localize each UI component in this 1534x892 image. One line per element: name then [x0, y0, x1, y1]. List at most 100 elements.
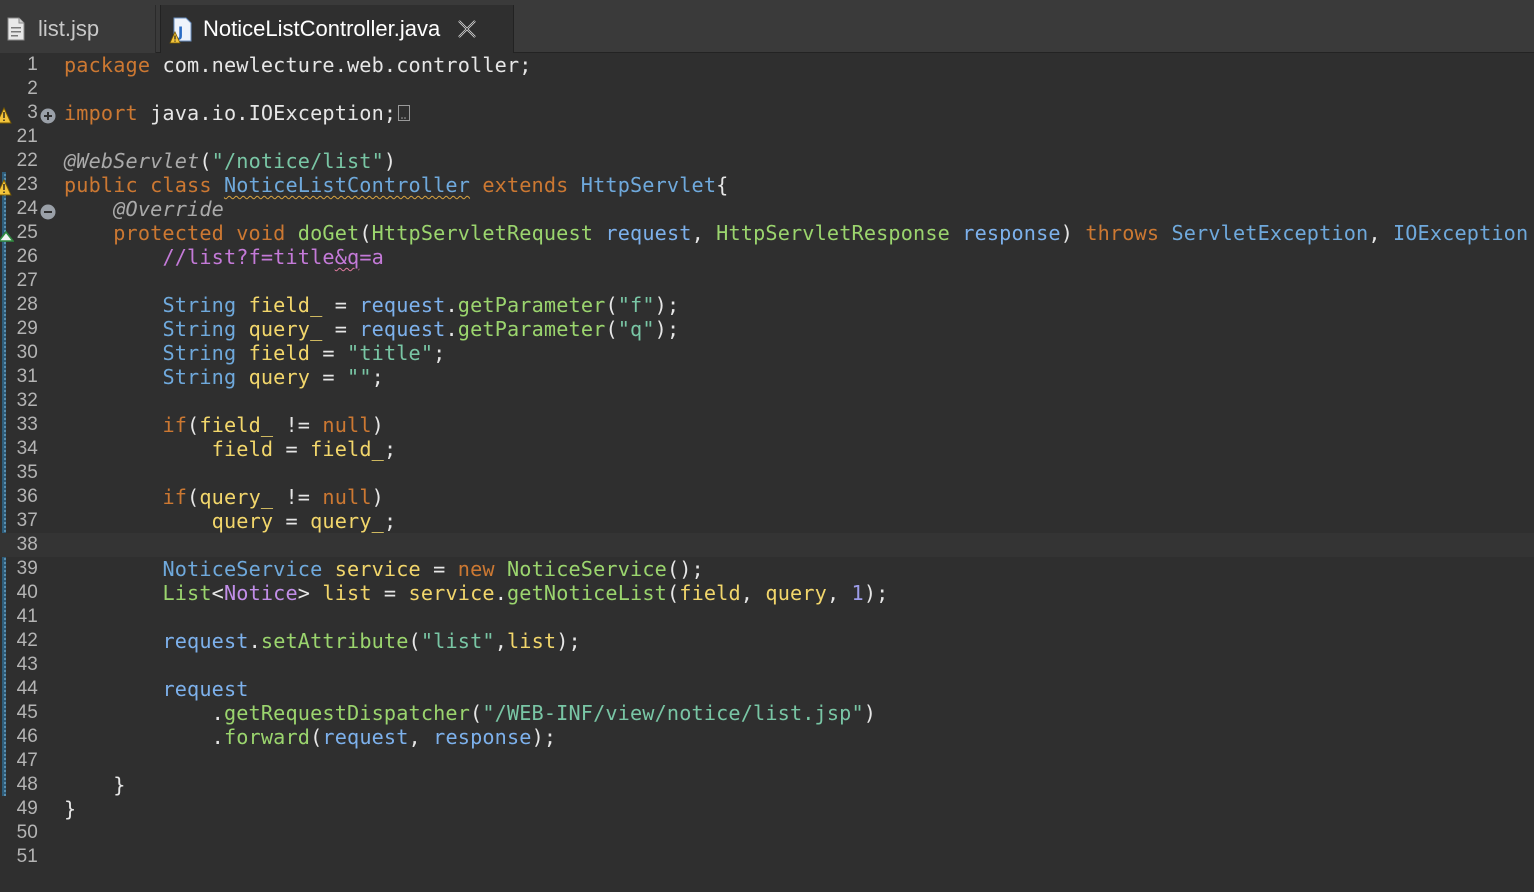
- code-line[interactable]: 49}: [0, 797, 1534, 821]
- code-token: request: [322, 725, 409, 749]
- code-token: request: [162, 629, 249, 653]
- code-line[interactable]: 42 request.setAttribute("list",list);: [0, 629, 1534, 653]
- code-token: query_: [310, 509, 384, 533]
- code-token: list: [322, 581, 372, 605]
- code-line[interactable]: 43: [0, 653, 1534, 677]
- code-line[interactable]: 1 package com.newlecture.web.controller;: [0, 53, 1534, 77]
- line-number: 42: [16, 630, 38, 651]
- code-line[interactable]: 38: [0, 533, 1534, 557]
- code-line[interactable]: 30 String field = "title";: [0, 341, 1534, 365]
- code-token: response: [433, 725, 532, 749]
- line-number: 1: [27, 54, 38, 75]
- code-token: (: [666, 581, 680, 605]
- collapse-fold-icon[interactable]: [40, 201, 56, 220]
- code-token: null: [322, 485, 372, 509]
- code-token: service: [408, 581, 495, 605]
- code-token: java.io.IOException;: [137, 101, 397, 125]
- close-icon[interactable]: [456, 18, 478, 40]
- tab-list-jsp[interactable]: list.jsp: [0, 5, 156, 53]
- code-line[interactable]: 51: [0, 845, 1534, 869]
- tab-noticelistcontroller-java[interactable]: J NoticeListController.java: [160, 5, 514, 53]
- code-token: "f": [617, 293, 655, 317]
- code-token: ): [1060, 221, 1086, 245]
- code-line[interactable]: 24 @Override: [0, 197, 1534, 221]
- line-number: 32: [16, 390, 38, 411]
- code-token: request: [605, 221, 692, 245]
- code-token: {: [1528, 221, 1534, 245]
- code-text: //list?f=title&q=a: [64, 245, 384, 269]
- code-line[interactable]: 44 request: [0, 677, 1534, 701]
- code-token: >: [297, 581, 323, 605]
- code-token: extends: [470, 173, 581, 197]
- line-number: 29: [16, 318, 38, 339]
- code-token: "/WEB-INF/view/notice/list.jsp": [482, 701, 864, 725]
- jsp-file-icon: [6, 17, 26, 41]
- code-token: (: [199, 149, 212, 173]
- code-token: import: [64, 101, 138, 125]
- line-number: 45: [16, 702, 38, 723]
- code-token: List: [162, 581, 212, 605]
- code-text: protected void doGet(HttpServletRequest …: [64, 221, 1534, 245]
- code-token: forward: [223, 725, 311, 749]
- code-token: );: [531, 725, 557, 749]
- code-token: ,: [691, 221, 717, 245]
- code-line[interactable]: 45 .getRequestDispatcher("/WEB-INF/view/…: [0, 701, 1534, 725]
- code-line[interactable]: 34 field = field_;: [0, 437, 1534, 461]
- code-line[interactable]: 27: [0, 269, 1534, 293]
- code-line[interactable]: 37 query = query_;: [0, 509, 1534, 533]
- code-line[interactable]: 31 String query = "";: [0, 365, 1534, 389]
- code-token: (: [310, 725, 323, 749]
- code-token: getNoticeList: [507, 581, 667, 605]
- code-line[interactable]: 39 NoticeService service = new NoticeSer…: [0, 557, 1534, 581]
- code-line[interactable]: 29 String query_ = request.getParameter(…: [0, 317, 1534, 341]
- code-line[interactable]: 23 public class NoticeListController exte…: [0, 173, 1534, 197]
- code-text: @Override: [64, 197, 224, 221]
- line-number: 50: [16, 822, 38, 843]
- line-number: 38: [16, 534, 38, 555]
- code-line[interactable]: 2: [0, 77, 1534, 101]
- code-token: );: [654, 293, 680, 317]
- line-number: 33: [16, 414, 38, 435]
- line-number: 2: [27, 78, 38, 99]
- code-token: field_: [310, 437, 384, 461]
- code-line[interactable]: 32: [0, 389, 1534, 413]
- code-token: =: [420, 557, 458, 581]
- code-line[interactable]: 35: [0, 461, 1534, 485]
- code-line[interactable]: 33 if(field_ != null): [0, 413, 1534, 437]
- code-token: (: [187, 413, 200, 437]
- code-line[interactable]: 22 @WebServlet("/notice/list"): [0, 149, 1534, 173]
- code-text: if(field_ != null): [64, 413, 384, 437]
- code-line[interactable]: 48 }: [0, 773, 1534, 797]
- code-token: query: [211, 509, 274, 533]
- code-token: {: [716, 173, 729, 197]
- code-line[interactable]: 25 protected void doGet(HttpServletReque…: [0, 221, 1534, 245]
- code-line[interactable]: 21: [0, 125, 1534, 149]
- code-token: ;: [383, 437, 397, 461]
- code-line[interactable]: 41: [0, 605, 1534, 629]
- code-line[interactable]: 50: [0, 821, 1534, 845]
- line-number: 48: [16, 774, 38, 795]
- code-token: "title": [347, 341, 434, 365]
- code-text: String query_ = request.getParameter("q"…: [64, 317, 679, 341]
- code-text: }: [64, 773, 126, 797]
- code-line[interactable]: 36 if(query_ != null): [0, 485, 1534, 509]
- code-line[interactable]: 47: [0, 749, 1534, 773]
- code-token: ): [371, 413, 384, 437]
- code-line[interactable]: 40 List<Notice> list = service.getNotice…: [0, 581, 1534, 605]
- code-editor[interactable]: 1 package com.newlecture.web.controller; 2…: [0, 53, 1534, 892]
- expand-fold-icon[interactable]: [40, 105, 56, 124]
- code-line[interactable]: 3 import java.io.IOException;: [0, 101, 1534, 125]
- code-line[interactable]: 26 //list?f=title&q=a: [0, 245, 1534, 269]
- code-token: ;: [433, 341, 446, 365]
- code-token: =: [273, 437, 311, 461]
- code-line[interactable]: 46 .forward(request, response);: [0, 725, 1534, 749]
- collapsed-imports-box[interactable]: [398, 104, 411, 121]
- code-text: query = query_;: [64, 509, 396, 533]
- code-line[interactable]: 28 String field_ = request.getParameter(…: [0, 293, 1534, 317]
